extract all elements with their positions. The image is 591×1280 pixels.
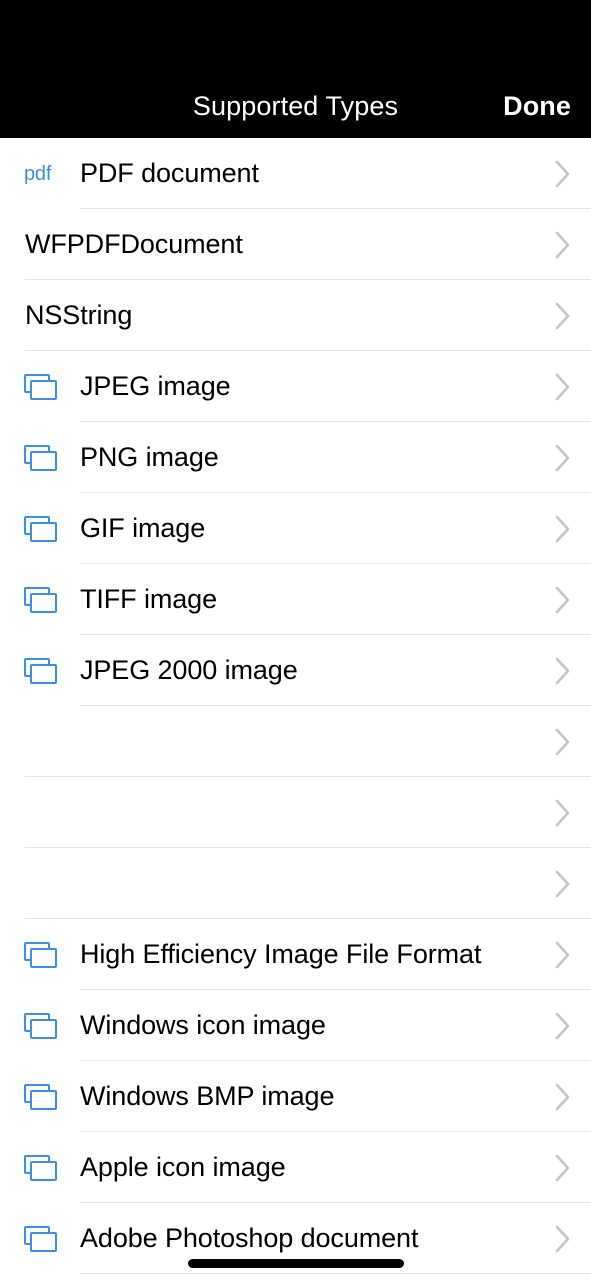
list-item-icon-slot (0, 990, 80, 1061)
list-item[interactable]: PNG image (0, 422, 591, 493)
list-item[interactable] (0, 706, 591, 777)
list-separator (80, 1273, 591, 1274)
stacked-images-icon (24, 657, 58, 684)
list-item-label: GIF image (80, 513, 206, 543)
list-item[interactable]: Windows BMP image (0, 1061, 591, 1132)
list-item-label: Adobe Photoshop document (80, 1223, 419, 1253)
list-item-label: JPEG 2000 image (80, 655, 298, 685)
stacked-images-icon (24, 1225, 58, 1252)
chevron-right-icon (535, 1132, 591, 1203)
chevron-right-icon (535, 919, 591, 990)
list-item-label: Apple icon image (80, 1152, 286, 1182)
chevron-right-icon (535, 351, 591, 422)
list-item-label: JPEG image (80, 371, 231, 401)
list-item-label: PNG image (80, 442, 219, 472)
list-item-icon-slot (0, 919, 80, 990)
chevron-right-icon (535, 138, 591, 209)
pdf-text-icon: pdf (24, 162, 52, 185)
list-item-label: TIFF image (80, 584, 218, 614)
list-item-icon-slot (0, 635, 80, 706)
list-item[interactable]: TIFF image (0, 564, 591, 635)
list-item-icon-slot (0, 848, 25, 919)
stacked-images-icon (24, 1154, 58, 1181)
done-button[interactable]: Done (503, 78, 571, 138)
chevron-right-icon (535, 493, 591, 564)
list-item-icon-slot: pdf (0, 138, 80, 209)
list-item[interactable]: JPEG 2000 image (0, 635, 591, 706)
list-item[interactable]: Apple icon image (0, 1132, 591, 1203)
chevron-right-icon (535, 422, 591, 493)
chevron-right-icon (535, 280, 591, 351)
stacked-images-icon (24, 941, 58, 968)
stacked-images-icon (24, 1012, 58, 1039)
stacked-images-icon (24, 586, 58, 613)
navigation-bar: Supported Types Done (0, 78, 591, 138)
stacked-images-icon (24, 373, 58, 400)
list-item-icon-slot (0, 564, 80, 635)
list-item[interactable]: GIF image (0, 493, 591, 564)
chevron-right-icon (535, 990, 591, 1061)
chevron-right-icon (535, 1061, 591, 1132)
app-screen: Supported Types Done pdf PDF document WFPD… (0, 0, 591, 1280)
list-item[interactable]: Windows icon image (0, 990, 591, 1061)
list-item-icon-slot (0, 280, 25, 351)
chevron-right-icon (535, 1203, 591, 1274)
chevron-right-icon (535, 848, 591, 919)
chevron-right-icon (535, 706, 591, 777)
list-item-icon-slot (0, 777, 25, 848)
list-item-label: PDF document (80, 158, 259, 188)
chevron-right-icon (535, 777, 591, 848)
list-item[interactable] (0, 848, 591, 919)
chevron-right-icon (535, 635, 591, 706)
stacked-images-icon (24, 515, 58, 542)
stacked-images-icon (24, 444, 58, 471)
list-item-icon-slot (0, 351, 80, 422)
list-item[interactable]: pdf PDF document (0, 138, 591, 209)
list-item-label: NSString (25, 300, 133, 330)
list-item-label: Windows icon image (80, 1010, 326, 1040)
list-item[interactable]: JPEG image (0, 351, 591, 422)
supported-types-list: pdf PDF document WFPDFDocument NSString JPEG… (0, 138, 591, 1274)
list-item-icon-slot (0, 493, 80, 564)
list-item[interactable]: WFPDFDocument (0, 209, 591, 280)
list-item[interactable]: High Efficiency Image File Format (0, 919, 591, 990)
stacked-images-icon (24, 1083, 58, 1110)
list-item[interactable]: NSString (0, 280, 591, 351)
list-item[interactable] (0, 777, 591, 848)
home-indicator (187, 1259, 404, 1268)
list-item-label: High Efficiency Image File Format (80, 939, 482, 969)
list-item-label: WFPDFDocument (25, 229, 243, 259)
status-bar (0, 0, 591, 78)
list-item-icon-slot (0, 1203, 80, 1274)
chevron-right-icon (535, 564, 591, 635)
chevron-right-icon (535, 209, 591, 280)
list-item-icon-slot (0, 209, 25, 280)
list-item-label: Windows BMP image (80, 1081, 335, 1111)
list-item-icon-slot (0, 706, 25, 777)
list-item-icon-slot (0, 422, 80, 493)
list-item-icon-slot (0, 1061, 80, 1132)
list-item-icon-slot (0, 1132, 80, 1203)
